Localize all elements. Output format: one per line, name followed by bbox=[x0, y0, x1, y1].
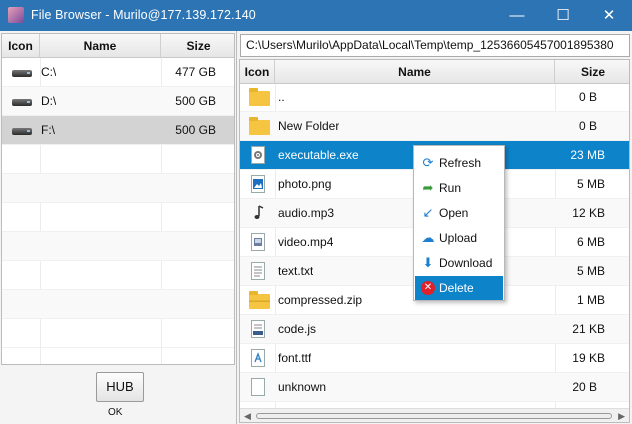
files-table-header: Icon Name Size bbox=[240, 60, 629, 84]
menu-item-delete[interactable]: ✕ Delete bbox=[415, 276, 503, 300]
upload-cloud-icon: ☁ bbox=[421, 230, 435, 245]
menu-item-run[interactable]: ➦ Run bbox=[415, 176, 503, 200]
file-size: 0 B bbox=[578, 90, 597, 104]
file-size: 23 MB bbox=[570, 148, 605, 162]
file-name: audio.mp3 bbox=[278, 206, 335, 220]
file-name: New Folder bbox=[278, 119, 340, 133]
file-size: 6 MB bbox=[576, 235, 605, 249]
empty-row bbox=[2, 261, 234, 290]
horizontal-scrollbar[interactable]: ◀ ▶ bbox=[240, 408, 629, 422]
drives-table: Icon Name Size C:\ 477 GB D:\ 500 GB F:\… bbox=[1, 33, 235, 365]
menu-item-open[interactable]: ↙ Open bbox=[415, 201, 503, 225]
file-name: text.txt bbox=[278, 264, 314, 278]
column-header-size[interactable]: Size bbox=[161, 34, 234, 58]
file-row-parent[interactable]: .. 0 B bbox=[240, 83, 629, 112]
menu-item-label: Delete bbox=[439, 281, 474, 295]
drive-name: C:\ bbox=[41, 65, 57, 79]
hard-drive-icon bbox=[12, 128, 32, 135]
hard-drive-icon bbox=[12, 99, 32, 106]
column-header-icon[interactable]: Icon bbox=[240, 60, 275, 84]
refresh-icon: ⟳ bbox=[422, 155, 434, 170]
file-size: 5 MB bbox=[576, 264, 605, 278]
music-file-icon bbox=[251, 204, 269, 223]
empty-row bbox=[2, 290, 234, 319]
file-row-unknown[interactable]: unknown 20 B bbox=[240, 373, 629, 402]
column-header-icon[interactable]: Icon bbox=[2, 34, 40, 58]
maximize-button[interactable]: ☐ bbox=[540, 0, 586, 31]
empty-row bbox=[2, 232, 234, 261]
scroll-left-icon[interactable]: ◀ bbox=[244, 411, 251, 422]
file-size: 12 KB bbox=[572, 206, 605, 220]
file-name: .. bbox=[278, 90, 285, 104]
file-size: 20 B bbox=[572, 380, 597, 394]
blank-file-icon bbox=[251, 378, 265, 396]
file-size: 21 KB bbox=[572, 322, 605, 336]
menu-item-upload[interactable]: ☁ Upload bbox=[415, 226, 503, 250]
code-file-icon bbox=[251, 320, 265, 338]
empty-row bbox=[2, 203, 234, 232]
context-menu: ⟳ Refresh ➦ Run ↙ Open ☁ Upload ⬇ Downlo… bbox=[413, 145, 505, 301]
drive-size: 500 GB bbox=[175, 94, 216, 108]
drive-name: D:\ bbox=[41, 94, 57, 108]
run-icon: ➦ bbox=[422, 180, 434, 195]
drives-table-header: Icon Name Size bbox=[2, 34, 234, 58]
close-button[interactable]: ✕ bbox=[586, 0, 632, 31]
empty-row bbox=[2, 319, 234, 348]
file-name: photo.png bbox=[278, 177, 332, 191]
file-row-new-folder[interactable]: New Folder 0 B bbox=[240, 112, 629, 141]
menu-item-label: Open bbox=[439, 206, 469, 220]
folder-icon bbox=[249, 117, 270, 135]
file-row-font[interactable]: font.ttf 19 KB bbox=[240, 344, 629, 373]
empty-row bbox=[2, 145, 234, 174]
scroll-right-icon[interactable]: ▶ bbox=[618, 411, 625, 422]
text-file-icon bbox=[251, 262, 265, 280]
video-file-icon bbox=[251, 233, 265, 251]
file-size: 0 B bbox=[578, 119, 597, 133]
download-icon: ⬇ bbox=[422, 255, 434, 270]
path-input[interactable]: C:\Users\Murilo\AppData\Local\Temp\temp_… bbox=[240, 34, 630, 57]
file-name: executable.exe bbox=[278, 148, 359, 162]
open-icon: ↙ bbox=[422, 205, 434, 220]
column-header-name[interactable]: Name bbox=[275, 60, 555, 84]
file-size: 5 MB bbox=[576, 177, 605, 191]
menu-item-label: Refresh bbox=[439, 156, 482, 170]
image-file-icon bbox=[251, 175, 265, 193]
gear-file-icon bbox=[251, 146, 265, 164]
drive-size: 477 GB bbox=[175, 65, 216, 79]
file-size: 19 KB bbox=[572, 351, 605, 365]
menu-item-label: Download bbox=[439, 256, 493, 270]
hub-button[interactable]: HUB bbox=[96, 372, 144, 402]
drive-name: F:\ bbox=[41, 123, 55, 137]
menu-item-download[interactable]: ⬇ Download bbox=[415, 251, 503, 275]
delete-icon: ✕ bbox=[421, 281, 435, 295]
title-bar[interactable]: File Browser - Murilo@177.139.172.140 — … bbox=[0, 0, 632, 31]
file-name: code.js bbox=[278, 322, 317, 336]
file-name: compressed.zip bbox=[278, 293, 363, 307]
file-name: unknown bbox=[278, 380, 327, 394]
menu-item-label: Run bbox=[439, 181, 462, 195]
file-name: font.ttf bbox=[278, 351, 312, 365]
empty-row bbox=[2, 174, 234, 203]
drive-size: 500 GB bbox=[175, 123, 216, 137]
scrollbar-thumb[interactable] bbox=[256, 413, 612, 419]
drive-row-d[interactable]: D:\ 500 GB bbox=[2, 87, 234, 116]
column-header-name[interactable]: Name bbox=[40, 34, 161, 58]
menu-item-refresh[interactable]: ⟳ Refresh bbox=[415, 151, 503, 175]
zip-folder-icon bbox=[249, 291, 270, 309]
file-size: 1 MB bbox=[576, 293, 605, 307]
hub-status-text: OK bbox=[108, 407, 123, 418]
column-header-size[interactable]: Size bbox=[555, 60, 629, 84]
file-name: video.mp4 bbox=[278, 235, 334, 249]
file-row-code[interactable]: code.js 21 KB bbox=[240, 315, 629, 344]
drive-row-f[interactable]: F:\ 500 GB bbox=[2, 116, 234, 145]
menu-item-label: Upload bbox=[439, 231, 478, 245]
hard-drive-icon bbox=[12, 70, 32, 77]
font-file-icon bbox=[251, 349, 265, 367]
drive-row-c[interactable]: C:\ 477 GB bbox=[2, 58, 234, 87]
drives-pane: Icon Name Size C:\ 477 GB D:\ 500 GB F:\… bbox=[0, 31, 237, 424]
minimize-button[interactable]: — bbox=[494, 0, 540, 31]
folder-icon bbox=[249, 88, 270, 106]
app-icon bbox=[8, 7, 24, 23]
window-title: File Browser - Murilo@177.139.172.140 bbox=[31, 8, 256, 22]
